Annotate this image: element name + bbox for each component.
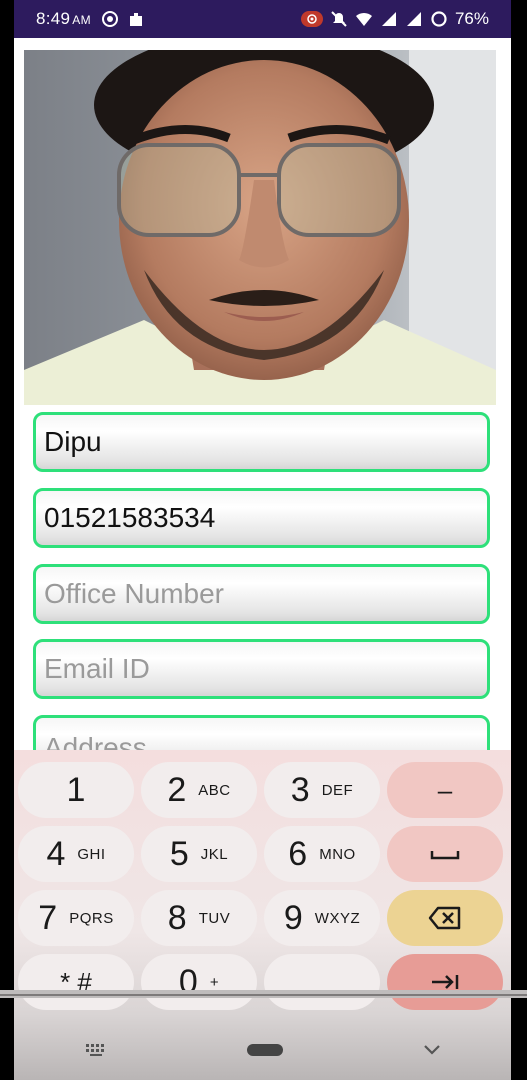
- backspace-key[interactable]: [387, 890, 503, 946]
- phone-number-field[interactable]: 01521583534: [33, 488, 490, 548]
- record-indicator-icon: [300, 11, 323, 27]
- office-number-field[interactable]: Office Number: [33, 564, 490, 624]
- wifi-icon: [355, 12, 372, 26]
- key-8[interactable]: 8 TUV: [141, 890, 257, 946]
- key-4[interactable]: 4 GHI: [18, 826, 134, 882]
- battery-percent: 76%: [454, 9, 489, 28]
- office-number-placeholder: Office Number: [44, 578, 224, 609]
- space-key[interactable]: [387, 826, 503, 882]
- next-key[interactable]: [387, 954, 503, 1010]
- key-period[interactable]: .: [264, 954, 380, 1010]
- backspace-icon: [428, 906, 461, 930]
- battery-icon: [431, 11, 447, 27]
- screen-record-icon: [101, 11, 118, 27]
- email-id-field[interactable]: Email ID: [33, 639, 490, 699]
- key-2[interactable]: 2 ABC: [141, 762, 257, 818]
- status-time: 8:49 AM: [36, 9, 91, 28]
- status-bar: 8:49 AM 76%: [14, 0, 511, 38]
- phone-screen: 8:49 AM 76% Dipu 01521583534 Office Numb…: [0, 0, 527, 1080]
- key-9[interactable]: 9 WXYZ: [264, 890, 380, 946]
- home-pill-button[interactable]: [247, 1044, 284, 1056]
- name-field-value: Dipu: [44, 426, 102, 457]
- key-5[interactable]: 5 JKL: [141, 826, 257, 882]
- key-star-hash[interactable]: * #: [18, 954, 134, 1010]
- profile-photo[interactable]: [24, 50, 496, 405]
- key-0[interactable]: 0 +: [141, 954, 257, 1010]
- minus-key[interactable]: –: [387, 762, 503, 818]
- scroll-strip-line: [0, 994, 527, 996]
- signal-icon: [381, 12, 396, 26]
- name-field[interactable]: Dipu: [33, 412, 490, 472]
- signal-2-icon: [406, 12, 421, 26]
- navigation-bar: [14, 1020, 511, 1080]
- email-id-placeholder: Email ID: [44, 653, 150, 684]
- key-3[interactable]: 3 DEF: [264, 762, 380, 818]
- mute-icon: [331, 11, 347, 27]
- profile-photo-image: [24, 50, 496, 405]
- hide-keyboard-icon[interactable]: [423, 1044, 441, 1056]
- key-7[interactable]: 7 PQRS: [18, 890, 134, 946]
- puzzle-icon: [129, 13, 142, 26]
- key-1[interactable]: 1: [18, 762, 134, 818]
- space-icon: [430, 851, 460, 860]
- phone-number-field-value: 01521583534: [44, 502, 216, 533]
- tab-next-icon: [432, 975, 459, 989]
- keyboard-switch-icon[interactable]: [84, 1042, 108, 1058]
- key-6[interactable]: 6 MNO: [264, 826, 380, 882]
